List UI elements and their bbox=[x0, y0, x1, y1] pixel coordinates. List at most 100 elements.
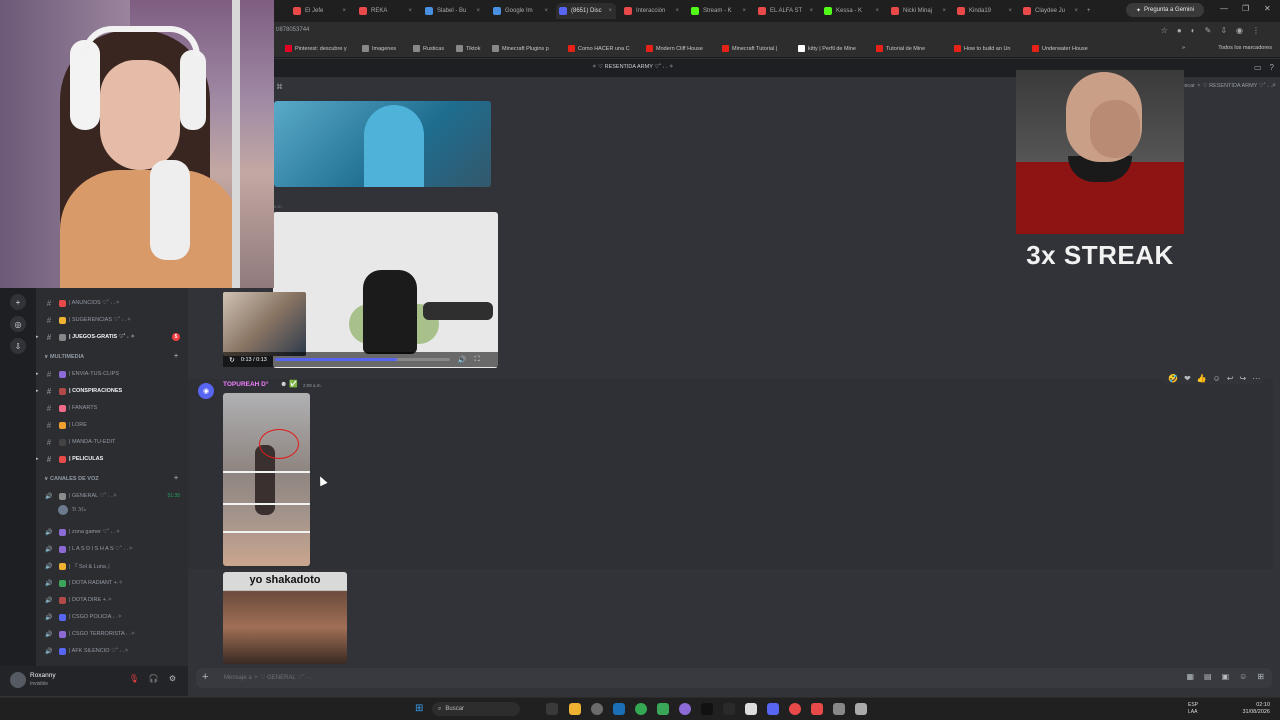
maximize-icon[interactable]: ❐ bbox=[1242, 4, 1249, 13]
video-attachment[interactable] bbox=[273, 212, 498, 368]
inbox-icon[interactable]: ▭ bbox=[1254, 63, 1262, 72]
sticker-icon[interactable]: ▣ bbox=[1222, 672, 1230, 681]
more-icon[interactable]: ⋯ bbox=[1252, 374, 1260, 383]
download-icon[interactable]: ⇩ bbox=[1220, 26, 1227, 35]
volume-icon[interactable]: 🔊 bbox=[458, 356, 467, 364]
voice-channel[interactable]: 🔊 | CSGO POLICIA ˖ .✧ bbox=[36, 610, 188, 624]
add-attachment-icon[interactable]: + bbox=[202, 671, 208, 683]
laugh-emoji-icon[interactable]: 🤣 bbox=[1168, 374, 1178, 383]
new-tab-button[interactable]: + bbox=[1084, 3, 1091, 19]
browser-tab[interactable]: Kinda19 × bbox=[954, 3, 1016, 19]
search-input[interactable]: Buscar ✧ ♡ RESENTIDA ARMY ♡˚ ˖ . bbox=[1178, 83, 1272, 89]
voice-channel[interactable]: 🔊 | DOTA DIRE +.✧ bbox=[36, 593, 188, 607]
category-voice[interactable]: ∨ CANALES DE VOZ + bbox=[44, 475, 178, 482]
browser-tab[interactable]: Interacción × bbox=[621, 3, 683, 19]
all-bookmarks[interactable]: Todos los marcadores bbox=[1218, 45, 1272, 51]
headphones-icon[interactable]: 🎧 bbox=[149, 674, 159, 683]
bookmark-item[interactable]: Tiktok bbox=[456, 45, 480, 52]
heart-emoji-icon[interactable]: ❤ bbox=[1184, 374, 1191, 383]
app-icon-7[interactable] bbox=[833, 703, 845, 715]
app-icon-6[interactable] bbox=[811, 703, 823, 715]
app-icon-5[interactable] bbox=[789, 703, 801, 715]
tab-close-icon[interactable]: × bbox=[476, 8, 484, 14]
app-icon-3[interactable] bbox=[701, 703, 713, 715]
task-view-icon[interactable] bbox=[546, 703, 558, 715]
image-attachment-1[interactable] bbox=[274, 101, 491, 187]
text-channel[interactable]: ▸ # | ENVIA-TUS-CLIPS bbox=[36, 367, 188, 381]
bookmark-item[interactable]: Minecraft Plugins p bbox=[492, 45, 549, 52]
bookmark-item[interactable]: Imagenes bbox=[362, 45, 396, 52]
windows-start-icon[interactable]: ⊞ bbox=[415, 703, 423, 714]
tab-close-icon[interactable]: × bbox=[1074, 8, 1082, 14]
voice-channel[interactable]: 🔊 | CSGO TERRORISTA ˖ .✧ bbox=[36, 627, 188, 641]
bookmark-item[interactable]: Minecraft Tutorial | bbox=[722, 45, 777, 52]
browser-tab[interactable]: EL ALFA ST × bbox=[755, 3, 817, 19]
add-server-icon[interactable]: + bbox=[10, 294, 26, 310]
tab-close-icon[interactable]: × bbox=[1008, 8, 1016, 14]
help-icon[interactable]: ? bbox=[1270, 63, 1274, 72]
add-voice-channel-icon[interactable]: + bbox=[174, 475, 178, 482]
voice-channel[interactable]: 🔊 | GENERAL ♡˚ ˖ .✧ 51:35 bbox=[36, 489, 188, 503]
user-name[interactable]: Roxanny bbox=[30, 672, 56, 679]
mute-mic-icon[interactable]: 🎙 bbox=[129, 674, 139, 683]
add-channel-icon[interactable]: + bbox=[174, 353, 178, 360]
text-channel[interactable]: # | LORE bbox=[36, 418, 188, 432]
file-explorer-icon[interactable] bbox=[569, 703, 581, 715]
bookmark-item[interactable]: Pinterest: descubre y bbox=[285, 45, 347, 52]
text-channel[interactable]: ▸ # | JUEGOS-GRATIS ♡˚ ˖ ✧ 5 bbox=[36, 330, 188, 344]
extension-icon-2[interactable]: ◐ bbox=[1191, 26, 1196, 35]
tab-close-icon[interactable]: × bbox=[742, 8, 750, 14]
browser-tab[interactable]: (8651) Disc × bbox=[556, 3, 616, 19]
puzzle-icon[interactable]: ✎ bbox=[1205, 26, 1212, 35]
message-author[interactable]: TOPUREAH D° bbox=[223, 381, 268, 388]
voice-channel[interactable]: 🔊 | DOTA RADIANT +.✧ bbox=[36, 576, 188, 590]
author-avatar[interactable]: ◉ bbox=[198, 383, 214, 399]
video-progress-bar[interactable] bbox=[274, 358, 450, 361]
message-row-hovered[interactable] bbox=[188, 379, 1273, 569]
browser-tab[interactable]: El Jefe × bbox=[290, 3, 350, 19]
minimize-icon[interactable]: — bbox=[1220, 4, 1228, 13]
tab-close-icon[interactable]: × bbox=[875, 8, 883, 14]
app-icon-1[interactable] bbox=[591, 703, 603, 715]
tab-close-icon[interactable]: × bbox=[342, 8, 350, 14]
text-channel[interactable]: # | SUGERENCIAS ♡˚ ˖ .✧ bbox=[36, 313, 188, 327]
bookmark-item[interactable]: kitty | Perfil de Mine bbox=[798, 45, 856, 52]
notepad-icon[interactable] bbox=[745, 703, 757, 715]
language-indicator[interactable]: ESP LAA bbox=[1188, 702, 1198, 715]
text-channel[interactable]: ▸ # | PELICULAS bbox=[36, 452, 188, 466]
tab-close-icon[interactable]: × bbox=[942, 8, 950, 14]
browser-tab[interactable]: Google Im × bbox=[490, 3, 552, 19]
reply-icon[interactable]: ↩ bbox=[1227, 374, 1234, 383]
url-field[interactable]: t/878053744 bbox=[276, 27, 309, 33]
voice-user[interactable]: ℬ ℳℴ bbox=[36, 503, 188, 517]
bookmark-item[interactable]: Tutorial de Mine bbox=[876, 45, 925, 52]
voice-channel[interactable]: 🔊 | AFK SILENCIO ♡˚ ˖ .✧ bbox=[36, 644, 188, 658]
forward-icon[interactable]: ↪ bbox=[1240, 374, 1247, 383]
browser-tab[interactable]: Stream - K × bbox=[688, 3, 750, 19]
profile-icon[interactable]: ◉ bbox=[1236, 26, 1243, 35]
hand-emoji-icon[interactable]: 👍 bbox=[1197, 374, 1207, 383]
gif-icon[interactable]: ▤ bbox=[1204, 672, 1212, 681]
bookmark-item[interactable]: How to build an Un bbox=[954, 45, 1010, 52]
browser-tab[interactable]: Claydee Ju × bbox=[1020, 3, 1082, 19]
apps-icon[interactable]: ⊞ bbox=[1257, 672, 1264, 681]
voice-channel[interactable]: 🔊 | zona gamer ♡˚ ˖ .✧ bbox=[36, 525, 188, 539]
steam-icon[interactable] bbox=[613, 703, 625, 715]
discord-icon[interactable] bbox=[767, 703, 779, 715]
tab-close-icon[interactable]: × bbox=[544, 8, 552, 14]
voice-channel[interactable]: 🔊 | 『 Sol & Luna 』 bbox=[36, 559, 188, 573]
app-icon-8[interactable] bbox=[855, 703, 867, 715]
browser-tab[interactable]: Slabel - Bu × bbox=[422, 3, 484, 19]
thread-icon[interactable]: ⌘ bbox=[276, 83, 283, 91]
more-bookmarks-icon[interactable]: » bbox=[1182, 45, 1185, 51]
browser-tab[interactable]: REKA × bbox=[356, 3, 416, 19]
extension-icon[interactable]: ● bbox=[1177, 26, 1182, 35]
menu-icon[interactable]: ⋮ bbox=[1252, 26, 1260, 35]
browser-tab[interactable]: Nicki Minaj × bbox=[888, 3, 950, 19]
system-clock[interactable]: 02:10 31/08/2026 bbox=[1242, 702, 1270, 716]
text-channel[interactable]: # | ANUNCIOS ♡˚ ˖ .✧ bbox=[36, 296, 188, 310]
gift-icon[interactable]: ▦ bbox=[1186, 672, 1194, 681]
image-attachment-meme[interactable] bbox=[223, 393, 310, 566]
tab-close-icon[interactable]: × bbox=[675, 8, 683, 14]
star-icon[interactable]: ☆ bbox=[1161, 26, 1168, 35]
